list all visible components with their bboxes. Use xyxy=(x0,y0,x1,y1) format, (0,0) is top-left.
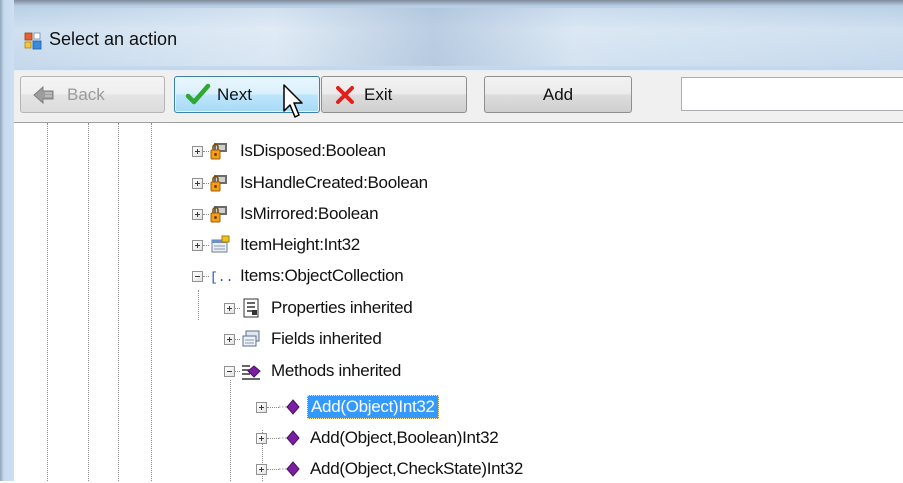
exit-button[interactable]: Exit xyxy=(321,76,467,113)
tree-guide-line xyxy=(118,123,119,481)
tree-item-label: Methods inherited xyxy=(271,361,402,380)
tree-item-label: Items:ObjectCollection xyxy=(240,266,404,285)
collapse-icon[interactable] xyxy=(224,365,235,377)
back-button-label: Back xyxy=(67,84,105,104)
methods-icon xyxy=(242,365,261,380)
tree-item-label: IsMirrored:Boolean xyxy=(240,204,379,223)
tree-item[interactable]: IsHandleCreated:Boolean xyxy=(192,169,431,197)
back-arrow-icon xyxy=(33,85,54,104)
expand-icon[interactable] xyxy=(192,177,203,189)
method-icon xyxy=(279,461,300,477)
properties-list-icon xyxy=(243,298,259,318)
tree-item-label: Add(Object,Boolean)Int32 xyxy=(310,428,499,447)
tree-item[interactable]: Fields inherited xyxy=(224,325,384,353)
tree-guide-line xyxy=(198,290,199,320)
tree-guide-line xyxy=(88,123,89,481)
expand-icon[interactable] xyxy=(256,463,267,475)
exit-button-label: Exit xyxy=(364,84,393,104)
tree-item-label-selected: Add(Object)Int32 xyxy=(307,395,439,419)
tree-guide-line xyxy=(47,123,48,481)
tree-item[interactable]: Add(Object,Boolean)Int32 xyxy=(256,424,501,452)
collection-icon: [...] xyxy=(210,270,231,285)
window-title: Select an action xyxy=(49,29,178,49)
tree-connector xyxy=(267,437,279,439)
expand-icon[interactable] xyxy=(256,432,267,444)
property-icon xyxy=(211,235,230,253)
method-icon xyxy=(279,430,300,446)
tree-item[interactable]: ItemHeight:Int32 xyxy=(192,231,363,259)
expand-icon[interactable] xyxy=(192,239,203,251)
tree-item[interactable]: [...] Items:ObjectCollection xyxy=(192,262,406,290)
add-button-label: Add xyxy=(542,84,574,104)
collapse-icon[interactable] xyxy=(192,270,203,282)
back-button[interactable]: Back xyxy=(20,76,165,113)
search-input[interactable] xyxy=(681,77,903,111)
app-icon xyxy=(24,32,42,50)
tree-item-label: ItemHeight:Int32 xyxy=(240,235,360,254)
tree-connector xyxy=(267,468,279,470)
mouse-pointer-icon xyxy=(283,84,303,118)
fields-icon xyxy=(242,330,260,347)
method-icon xyxy=(279,399,300,415)
tree-item[interactable]: Add(Object)Int32 xyxy=(256,393,439,421)
svg-text:[...]: [...] xyxy=(210,270,231,285)
checkmark-icon xyxy=(185,83,211,104)
tree-item-label: IsHandleCreated:Boolean xyxy=(240,173,428,192)
tree-guide-line xyxy=(230,380,231,481)
tree-item-label: Add(Object,CheckState)Int32 xyxy=(310,459,524,478)
tree-guide-line xyxy=(151,123,152,481)
next-button-label: Next xyxy=(217,84,252,104)
tree-item-label: Fields inherited xyxy=(271,329,382,348)
expand-icon[interactable] xyxy=(192,145,203,157)
tree-connector xyxy=(267,406,279,408)
tree-item-label: Properties inherited xyxy=(271,298,413,317)
expand-icon[interactable] xyxy=(224,302,235,314)
property-lock-icon xyxy=(210,175,227,192)
tree-item[interactable]: IsDisposed:Boolean xyxy=(192,137,389,165)
add-button[interactable]: Add xyxy=(484,76,632,113)
tree-item[interactable]: Methods inherited xyxy=(224,357,404,385)
tree-item-label: IsDisposed:Boolean xyxy=(240,141,386,160)
expand-icon[interactable] xyxy=(192,208,203,220)
window-left-border xyxy=(0,0,14,481)
property-lock-icon xyxy=(210,143,227,160)
property-lock-icon xyxy=(210,206,227,223)
tree-item[interactable]: Add(Object,CheckState)Int32 xyxy=(256,455,526,483)
close-x-icon xyxy=(336,85,354,104)
expand-icon[interactable] xyxy=(256,401,267,413)
tree-item[interactable]: IsMirrored:Boolean xyxy=(192,200,381,228)
expand-icon[interactable] xyxy=(224,333,235,345)
tree-item[interactable]: Properties inherited xyxy=(224,294,415,322)
